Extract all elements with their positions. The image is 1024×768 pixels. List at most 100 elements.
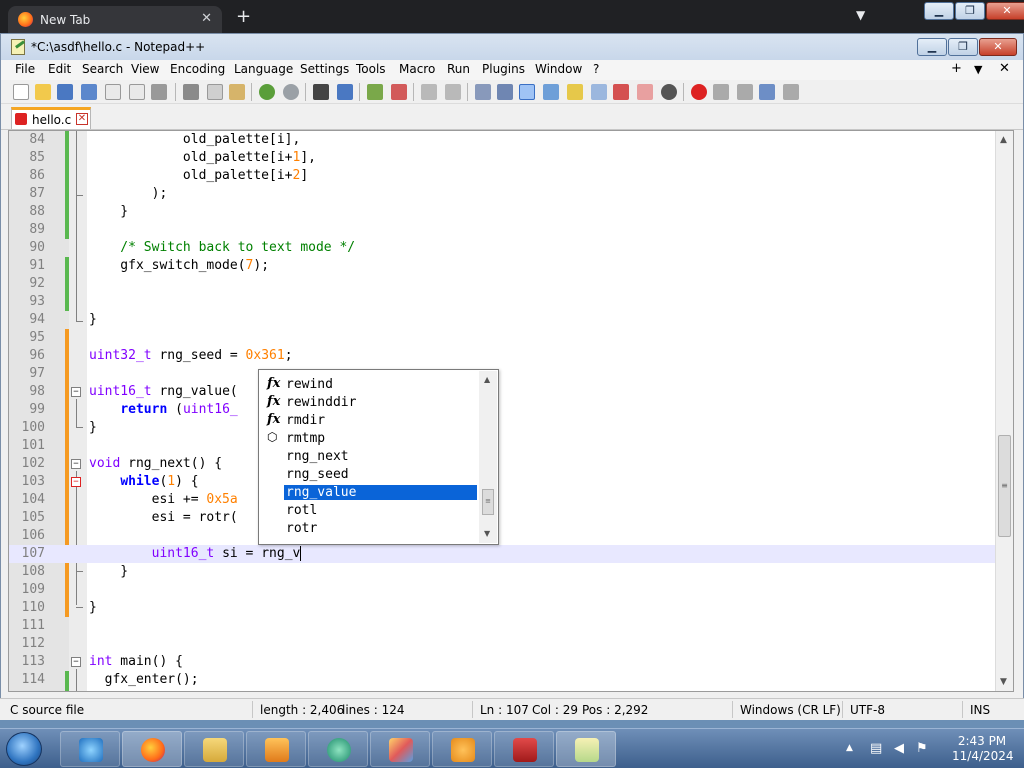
fold-toggle[interactable]: −	[71, 387, 81, 397]
doc-map-icon[interactable]	[567, 84, 583, 100]
doc-list-icon[interactable]	[591, 84, 607, 100]
outer-maximize-button[interactable]: ❐	[955, 2, 985, 20]
minimize-button[interactable]: ▁	[917, 38, 947, 56]
scrollbar-thumb[interactable]: ≡	[998, 435, 1011, 537]
word-wrap-icon[interactable]	[475, 84, 491, 100]
folder-workspace-icon[interactable]	[637, 84, 653, 100]
start-button[interactable]	[6, 732, 42, 766]
tab-close-icon[interactable]: ✕	[76, 113, 88, 125]
volume-muted-icon[interactable]: ◀	[894, 741, 904, 756]
language-udl-icon[interactable]	[543, 84, 559, 100]
menu-add-button[interactable]: +	[951, 61, 962, 76]
stop-macro-icon[interactable]	[713, 84, 729, 100]
autocomplete-item[interactable]: rng_seed	[265, 466, 477, 484]
scroll-down-arrow-icon[interactable]: ▼	[1000, 677, 1007, 687]
function-list-icon[interactable]	[613, 84, 629, 100]
tray-chevron-icon[interactable]: ▲	[846, 743, 853, 753]
menu-search[interactable]: Search	[82, 62, 123, 76]
indent-guide-icon[interactable]	[519, 84, 535, 100]
clock[interactable]: 2:43 PM 11/4/2024	[952, 734, 1014, 764]
autocomplete-item-selected[interactable]: rng_value	[265, 484, 477, 502]
run-macro-multiple-icon[interactable]	[759, 84, 775, 100]
redo-icon[interactable]	[283, 84, 299, 100]
tab-hello-c[interactable]: hello.c ✕	[11, 107, 91, 129]
autocomplete-item[interactable]: fx rewinddir	[265, 394, 477, 412]
autocomplete-item[interactable]: ⬡ rmtmp	[265, 430, 477, 448]
tab-list-button[interactable]: ▼	[856, 8, 865, 22]
taskbar-notepadpp[interactable]	[556, 731, 616, 767]
fold-toggle[interactable]: −	[71, 657, 81, 667]
new-file-icon[interactable]	[13, 84, 29, 100]
status-pos: Pos : 2,292	[582, 703, 649, 717]
taskbar-explorer[interactable]	[184, 731, 244, 767]
menu-plugins[interactable]: Plugins	[482, 62, 525, 76]
menu-close-button[interactable]: ✕	[999, 61, 1010, 76]
menu-language[interactable]: Language	[234, 62, 293, 76]
autocomplete-item[interactable]: fx rmdir	[265, 412, 477, 430]
record-macro-icon[interactable]	[691, 84, 707, 100]
zoom-out-icon[interactable]	[391, 84, 407, 100]
menu-run[interactable]: Run	[447, 62, 470, 76]
taskbar-game[interactable]	[494, 731, 554, 767]
browser-tab-close-icon[interactable]: ✕	[201, 11, 212, 26]
action-center-flag-icon[interactable]: ⚑	[916, 741, 928, 756]
monitoring-icon[interactable]	[661, 84, 677, 100]
menu-settings[interactable]: Settings	[300, 62, 349, 76]
show-all-chars-icon[interactable]	[497, 84, 513, 100]
autocomplete-item[interactable]: rng_next	[265, 448, 477, 466]
menu-tools[interactable]: Tools	[356, 62, 386, 76]
autocomplete-item[interactable]: fx rewind	[265, 376, 477, 394]
zoom-in-icon[interactable]	[367, 84, 383, 100]
save-all-icon[interactable]	[81, 84, 97, 100]
taskbar-ie[interactable]	[60, 731, 120, 767]
autocomplete-item[interactable]: rotr	[265, 520, 477, 538]
find-icon[interactable]	[313, 84, 329, 100]
status-divider	[472, 701, 473, 718]
cut-icon[interactable]	[183, 84, 199, 100]
close-button[interactable]: ✕	[979, 38, 1017, 56]
scroll-down-arrow-icon[interactable]: ▼	[484, 529, 490, 538]
sync-vertical-icon[interactable]	[421, 84, 437, 100]
menu-encoding[interactable]: Encoding	[170, 62, 225, 76]
close-all-icon[interactable]	[129, 84, 145, 100]
play-macro-icon[interactable]	[737, 84, 753, 100]
menu-window[interactable]: Window	[535, 62, 582, 76]
new-tab-button[interactable]: +	[236, 6, 251, 27]
menu-macro[interactable]: Macro	[399, 62, 435, 76]
status-ln: Ln : 107	[480, 703, 529, 717]
paste-icon[interactable]	[229, 84, 245, 100]
outer-close-button[interactable]: ✕	[986, 2, 1024, 20]
maximize-button[interactable]: ❐	[948, 38, 978, 56]
taskbar-scratch[interactable]	[432, 731, 492, 767]
close-file-icon[interactable]	[105, 84, 121, 100]
save-icon[interactable]	[57, 84, 73, 100]
save-macro-icon[interactable]	[783, 84, 799, 100]
open-file-icon[interactable]	[35, 84, 51, 100]
fold-toggle[interactable]: −	[71, 459, 81, 469]
taskbar-app[interactable]	[308, 731, 368, 767]
menu-view[interactable]: View	[131, 62, 159, 76]
autocomplete-scrollbar[interactable]: ▲ ≡ ▼	[479, 371, 497, 543]
vertical-scrollbar[interactable]: ▲ ≡ ▼	[995, 131, 1013, 691]
taskbar-firefox[interactable]	[122, 731, 182, 767]
outer-minimize-button[interactable]: ▁	[924, 2, 954, 20]
undo-icon[interactable]	[259, 84, 275, 100]
menu-help[interactable]: ?	[593, 62, 599, 76]
autocomplete-item[interactable]: rotl	[265, 502, 477, 520]
scrollbar-thumb[interactable]: ≡	[482, 489, 494, 515]
menu-list-button[interactable]: ▼	[974, 63, 982, 76]
menu-edit[interactable]: Edit	[48, 62, 71, 76]
scroll-up-arrow-icon[interactable]: ▲	[484, 375, 490, 384]
sync-horizontal-icon[interactable]	[445, 84, 461, 100]
print-icon[interactable]	[151, 84, 167, 100]
fold-toggle[interactable]: −	[71, 477, 81, 487]
replace-icon[interactable]	[337, 84, 353, 100]
network-icon[interactable]: ▤	[870, 741, 882, 756]
taskbar-media[interactable]	[246, 731, 306, 767]
code-editor[interactable]: 84 old_palette[i], 85 old_palette[i+1], …	[8, 130, 1014, 692]
menu-file[interactable]: File	[15, 62, 35, 76]
browser-tab[interactable]: New Tab ✕	[8, 6, 222, 33]
scroll-up-arrow-icon[interactable]: ▲	[1000, 135, 1007, 145]
copy-icon[interactable]	[207, 84, 223, 100]
taskbar-paint[interactable]	[370, 731, 430, 767]
